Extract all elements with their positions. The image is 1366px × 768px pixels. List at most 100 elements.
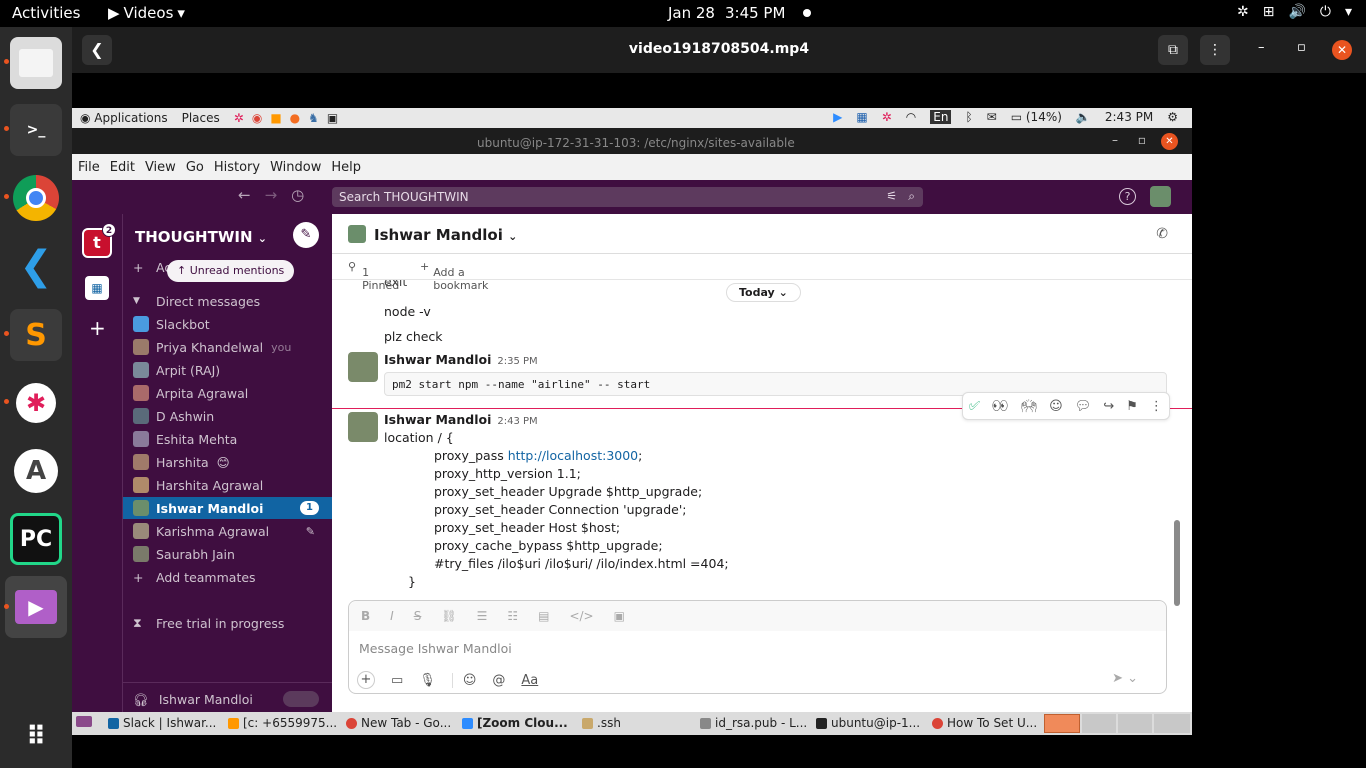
add-teammates-button[interactable]: + Add teammates — [123, 566, 333, 588]
link-icon[interactable]: ⛓ — [441, 609, 456, 623]
screen-share-icon[interactable]: ▦ — [856, 110, 867, 124]
author-avatar[interactable] — [348, 412, 378, 442]
checkmark-reaction-icon[interactable]: ✅︎ — [969, 399, 980, 414]
settings-icon[interactable]: ⚙ — [1167, 110, 1178, 124]
window-minimize-button[interactable]: – — [1112, 133, 1118, 147]
search-input[interactable]: Search THOUGHTWIN ⌕ ⚟ — [332, 187, 923, 207]
sublime-launcher-icon[interactable]: ■ — [270, 111, 281, 125]
attach-plus-icon[interactable]: + — [357, 671, 375, 689]
close-button[interactable]: ✕ — [1332, 40, 1352, 60]
clock[interactable]: Jan 28 3:45 PM — [668, 4, 812, 22]
message-author[interactable]: Ishwar Mandloi 2:43 PM — [384, 412, 538, 427]
mysql-launcher-icon[interactable]: ♞ — [308, 111, 319, 125]
menu-help[interactable]: Help — [331, 160, 361, 175]
message-link[interactable]: http://localhost:3000 — [508, 448, 638, 463]
message-time[interactable]: 2:35 PM — [497, 356, 537, 367]
postman-launcher-icon[interactable]: ● — [290, 111, 300, 125]
bluetooth-icon[interactable]: ᛒ — [965, 110, 972, 124]
show-apps-icon[interactable]: ⠿ — [10, 711, 62, 763]
files-app-icon[interactable] — [4, 37, 62, 89]
taskbar-item-folder[interactable]: .ssh — [582, 716, 621, 730]
forward-arrow-icon[interactable]: → — [265, 186, 278, 204]
terminal-app-icon[interactable]: >_ — [4, 104, 62, 156]
pinned-button[interactable]: ⚲ 1 Pinned — [348, 260, 399, 292]
sidebar-item-karishma[interactable]: Karishma Agrawal ✎ — [123, 520, 333, 542]
more-actions-icon[interactable]: ⋮ — [1150, 399, 1163, 414]
bookmark-icon[interactable]: ⚑ — [1126, 399, 1138, 414]
sidebar-item-ashwin[interactable]: D Ashwin — [123, 405, 333, 427]
sidebar-item-slackbot[interactable]: Slackbot — [123, 313, 333, 335]
app-menu[interactable]: ▶ Videos ▾ — [108, 4, 185, 22]
places-menu[interactable]: Places — [182, 111, 220, 125]
taskbar-item-text-editor[interactable]: id_rsa.pub - L... — [700, 716, 807, 730]
huddle-toggle[interactable] — [283, 691, 319, 707]
video-icon[interactable]: ▭ — [391, 673, 403, 688]
workspace-switcher-icon[interactable] — [76, 716, 92, 727]
taskbar-item-slack[interactable]: Slack | Ishwar... — [108, 716, 216, 730]
compose-icon[interactable]: ✎ — [293, 222, 319, 248]
reply-thread-icon[interactable]: 💬︎ — [1075, 399, 1092, 414]
message-time[interactable]: 2:43 PM — [497, 416, 537, 427]
message-input[interactable]: Message Ishwar Mandloi — [359, 641, 512, 656]
back-arrow-icon[interactable]: ← — [238, 186, 251, 204]
sublime-app-icon[interactable]: S — [4, 309, 62, 361]
taskbar-item-sublime[interactable]: [c: +6559975... — [228, 716, 337, 730]
sidebar-item-eshita[interactable]: Eshita Mehta — [123, 428, 333, 450]
unread-mentions-pill[interactable]: ↑ Unread mentions — [167, 260, 295, 282]
applications-menu[interactable]: ◉ Applications — [80, 111, 168, 125]
software-app-icon[interactable]: A — [10, 445, 62, 497]
send-icon[interactable]: ➤ ⌄ — [1112, 671, 1138, 686]
keyboard-lang[interactable]: En — [930, 110, 952, 124]
system-tray[interactable]: ✲ ⊞ 🔊 ⏻ ▾ — [1237, 4, 1352, 20]
workspace-1-icon[interactable] — [1044, 714, 1080, 733]
minimize-button[interactable]: – — [1258, 40, 1265, 55]
emoji-icon[interactable]: ☺ — [451, 672, 476, 688]
menu-window[interactable]: Window — [270, 160, 321, 175]
sidebar-item-harshita[interactable]: Harshita 😊 — [123, 451, 333, 473]
panel-clock[interactable]: 2:43 PM — [1105, 110, 1153, 124]
bulleted-list-icon[interactable]: ☷ — [507, 609, 518, 623]
user-avatar[interactable] — [1150, 186, 1171, 207]
taskbar-item-zoom[interactable]: [Zoom Clou... — [462, 716, 568, 730]
second-workspace-icon[interactable]: ▦ — [85, 276, 109, 300]
add-bookmark-button[interactable]: + Add a bookmark — [420, 260, 488, 292]
history-icon[interactable]: ◷ — [291, 186, 304, 204]
sidebar-item-ishwar[interactable]: Ishwar Mandloi 1 — [123, 497, 333, 519]
phone-icon[interactable]: ✆ — [1156, 226, 1168, 242]
date-divider[interactable]: Today ⌄ — [726, 283, 801, 302]
sidebar-item-priya[interactable]: Priya Khandelwal you — [123, 336, 333, 358]
vscode-app-icon[interactable]: ❮ — [10, 240, 62, 292]
maximize-button[interactable]: ▫ — [1297, 40, 1306, 55]
menu-go[interactable]: Go — [186, 160, 204, 175]
mail-icon[interactable]: ✉ — [987, 110, 997, 124]
taskbar-item-chrome-2[interactable]: How To Set U... — [932, 716, 1037, 730]
workspace-4-icon[interactable] — [1154, 714, 1190, 733]
eyes-reaction-icon[interactable]: 👀︎ — [992, 399, 1009, 414]
sidebar-item-arpita[interactable]: Arpita Agrawal — [123, 382, 333, 404]
numbered-list-icon[interactable]: ☰ — [477, 609, 488, 623]
code-block-icon[interactable]: ▣ — [614, 609, 625, 623]
scrollbar[interactable] — [1174, 520, 1180, 606]
slack-status-icon[interactable]: ✲ — [882, 110, 892, 124]
menu-file[interactable]: File — [78, 160, 100, 175]
wifi-icon[interactable]: ◠ — [906, 110, 916, 124]
italic-icon[interactable]: I — [390, 609, 394, 623]
microphone-icon[interactable]: 🎙︎ — [419, 673, 436, 688]
message-author[interactable]: Ishwar Mandloi 2:35 PM — [384, 352, 538, 367]
fullscreen-button[interactable]: ⧉ — [1158, 35, 1188, 65]
free-trial-banner[interactable]: ⧗ Free trial in progress — [123, 612, 333, 634]
blockquote-icon[interactable]: ▤ — [538, 609, 549, 623]
bold-icon[interactable]: B — [361, 609, 370, 623]
workspace-3-icon[interactable] — [1118, 714, 1152, 733]
slack-app-icon[interactable]: ✱ — [4, 377, 62, 429]
workspace-name[interactable]: THOUGHTWIN ⌄ — [135, 228, 267, 246]
filter-icon[interactable]: ⚟ — [886, 189, 897, 203]
channel-name[interactable]: Ishwar Mandloi ⌄ — [374, 226, 517, 244]
direct-messages-header[interactable]: ▼ Direct messages — [123, 290, 333, 312]
chrome-launcher-icon[interactable]: ◉ — [252, 111, 262, 125]
share-icon[interactable]: ↪ — [1103, 399, 1114, 414]
menu-button[interactable]: ⋮ — [1200, 35, 1230, 65]
videos-app-icon[interactable]: ▶ — [4, 576, 67, 638]
strikethrough-icon[interactable]: S — [414, 609, 422, 623]
menu-view[interactable]: View — [145, 160, 176, 175]
